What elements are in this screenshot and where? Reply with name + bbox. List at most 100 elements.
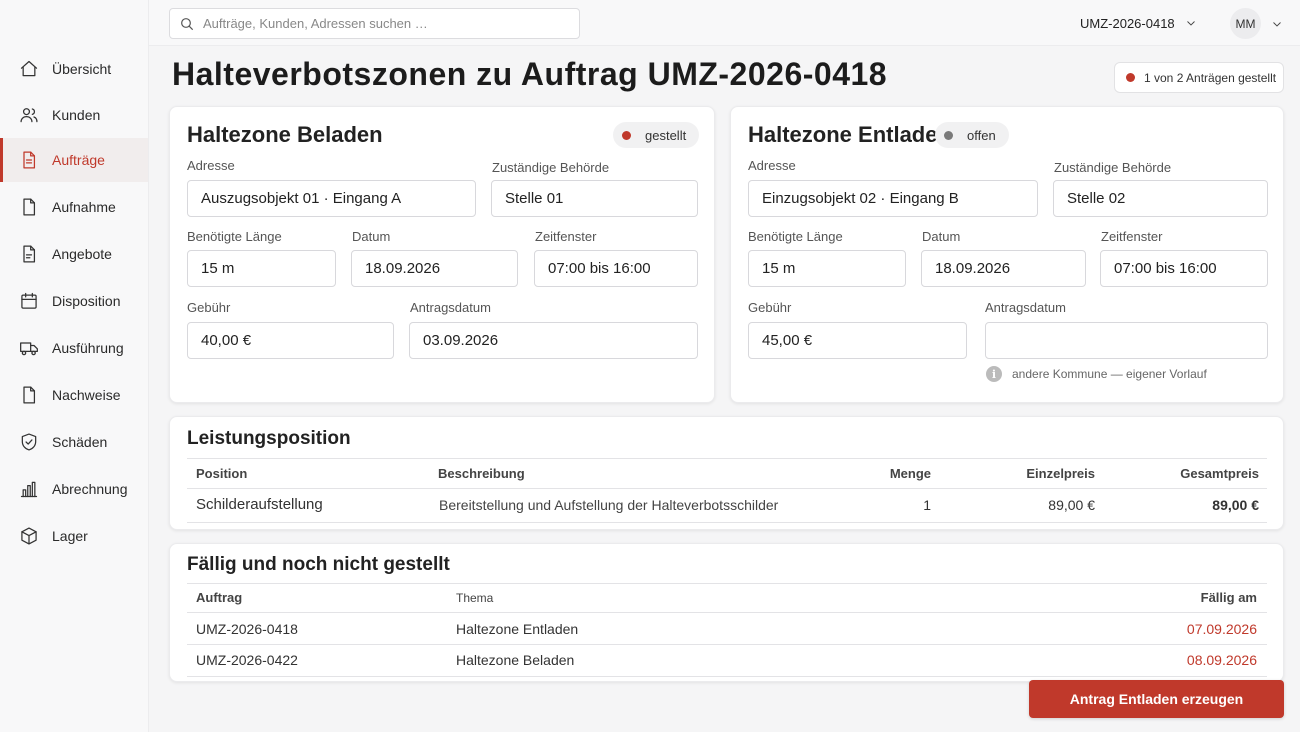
divider xyxy=(187,458,1267,459)
length-field[interactable]: 15 m xyxy=(748,250,906,287)
item-position: Schilderaufstellung xyxy=(196,496,323,513)
address-label: Adresse xyxy=(187,158,235,173)
status-dot-icon xyxy=(622,130,631,140)
request-date-field[interactable] xyxy=(985,322,1268,359)
note-text: andere Kommune — eigener Vorlauf xyxy=(1012,367,1207,381)
chevron-down-icon xyxy=(1273,21,1281,27)
address-field[interactable]: Auszugsobjekt 01 · Eingang A xyxy=(187,180,476,217)
loading-zone-card: Haltezone Beladen gestellt Adresse Auszu… xyxy=(169,106,715,403)
column-header-unit-price: Einzelpreis xyxy=(1026,466,1095,481)
avatar: MM xyxy=(1230,8,1261,39)
user-menu[interactable]: MM xyxy=(1230,8,1283,39)
length-label: Benötigte Länge xyxy=(748,229,843,244)
badge-label: offen xyxy=(967,127,996,143)
info-icon: i xyxy=(986,366,1002,382)
top-bar: UMZ-2026-0418 MM xyxy=(149,0,1300,46)
service-item-title: Leistungsposition xyxy=(187,428,351,449)
order-selector[interactable]: UMZ-2026-0418 xyxy=(1080,12,1197,34)
sidebar-item-label: Disposition xyxy=(52,293,121,309)
sidebar-item-disposition[interactable]: Disposition xyxy=(0,279,148,323)
item-unit-price: 89,00 € xyxy=(1048,497,1095,513)
date-label: Datum xyxy=(352,229,391,244)
create-unloading-request-button[interactable]: Antrag Entladen erzeugen xyxy=(1029,680,1284,718)
document-icon xyxy=(19,150,39,170)
fee-field[interactable]: 40,00 € xyxy=(187,322,394,359)
date-field[interactable]: 18.09.2026 xyxy=(351,250,518,287)
bar-chart-icon xyxy=(19,479,39,499)
sidebar-item-auftraege[interactable]: Aufträge xyxy=(0,138,148,182)
divider xyxy=(187,612,1267,613)
current-order: UMZ-2026-0418 xyxy=(1080,15,1175,31)
address-label: Adresse xyxy=(748,158,796,173)
fee-field[interactable]: 45,00 € xyxy=(748,322,967,359)
divider xyxy=(187,522,1267,523)
column-header-order: Auftrag xyxy=(196,590,243,605)
date-label: Datum xyxy=(922,229,961,244)
item-total: 89,00 € xyxy=(1212,497,1259,513)
due-row-order[interactable]: UMZ-2026-0422 xyxy=(196,652,298,668)
search-input[interactable] xyxy=(203,16,563,31)
time-window-field[interactable]: 07:00 bis 16:00 xyxy=(534,250,698,287)
sidebar-item-label: Kunden xyxy=(52,107,101,123)
length-label: Benötigte Länge xyxy=(187,229,282,244)
sidebar-item-label: Abrechnung xyxy=(52,481,128,497)
page-title: Halteverbotszonen zu Auftrag UMZ-2026-04… xyxy=(172,56,888,92)
divider xyxy=(187,676,1267,677)
column-header-position: Position xyxy=(196,466,248,481)
time-window-field[interactable]: 07:00 bis 16:00 xyxy=(1100,250,1268,287)
shield-icon xyxy=(19,432,39,452)
item-quantity: 1 xyxy=(923,497,931,513)
sidebar-item-label: Angebote xyxy=(52,246,112,262)
search-icon xyxy=(181,17,194,30)
sidebar-item-label: Schäden xyxy=(52,434,108,450)
request-date-field[interactable]: 03.09.2026 xyxy=(409,322,698,359)
status-text: 1 von 2 Anträgen gestellt xyxy=(1144,70,1277,85)
sidebar-item-label: Aufträge xyxy=(52,152,105,168)
sidebar-item-schaeden[interactable]: Schäden xyxy=(0,420,148,464)
sidebar-item-lager[interactable]: Lager xyxy=(0,514,148,558)
due-row-order[interactable]: UMZ-2026-0418 xyxy=(196,621,298,637)
status-badge: 1 von 2 Anträgen gestellt xyxy=(1114,62,1284,93)
due-requests-card: Fällig und noch nicht gestellt Auftrag T… xyxy=(169,543,1284,682)
service-item-card: Leistungsposition Position Beschreibung … xyxy=(169,416,1284,530)
loading-zone-title: Haltezone Beladen xyxy=(187,122,383,147)
column-header-topic: Thema xyxy=(456,591,494,605)
sidebar-item-ausfuehrung[interactable]: Ausführung xyxy=(0,326,148,370)
sidebar-item-aufnahme[interactable]: Aufnahme xyxy=(0,185,148,229)
lead-time-note: i andere Kommune — eigener Vorlauf xyxy=(986,366,1207,382)
sidebar-item-label: Ausführung xyxy=(52,340,124,356)
sidebar-item-kunden[interactable]: Kunden xyxy=(0,93,148,137)
length-field[interactable]: 15 m xyxy=(187,250,336,287)
calendar-icon xyxy=(19,291,39,311)
due-row-topic: Haltezone Entladen xyxy=(456,621,579,637)
sidebar-item-label: Übersicht xyxy=(52,61,112,77)
chevron-down-icon xyxy=(1186,21,1195,26)
column-header-total: Gesamtpreis xyxy=(1180,466,1259,481)
time-window-label: Zeitfenster xyxy=(535,229,597,244)
badge-label: gestellt xyxy=(645,127,687,143)
divider xyxy=(187,644,1267,645)
sidebar-item-uebersicht[interactable]: Übersicht xyxy=(0,47,148,91)
sidebar-item-nachweise[interactable]: Nachweise xyxy=(0,373,148,417)
status-dot-icon xyxy=(1126,73,1135,82)
authority-field[interactable]: Stelle 02 xyxy=(1053,180,1268,217)
search-box[interactable] xyxy=(169,8,580,39)
sidebar-item-label: Aufnahme xyxy=(52,199,116,215)
address-field[interactable]: Einzugsobjekt 02 · Eingang B xyxy=(748,180,1038,217)
column-header-description: Beschreibung xyxy=(438,466,525,481)
truck-icon xyxy=(19,338,39,358)
sidebar-item-abrechnung[interactable]: Abrechnung xyxy=(0,467,148,511)
date-field[interactable]: 18.09.2026 xyxy=(921,250,1086,287)
box-icon xyxy=(19,526,39,546)
authority-field[interactable]: Stelle 01 xyxy=(491,180,698,217)
sidebar-item-angebote[interactable]: Angebote xyxy=(0,232,148,276)
status-dot-icon xyxy=(944,130,953,140)
sidebar-item-label: Nachweise xyxy=(52,387,121,403)
status-badge: gestellt xyxy=(613,122,700,148)
document-icon xyxy=(19,244,39,264)
due-row-date: 07.09.2026 xyxy=(1186,621,1257,637)
fee-label: Gebühr xyxy=(748,300,792,315)
sidebar: Übersicht Kunden Aufträge Aufnahme Angeb… xyxy=(0,0,149,732)
request-date-label: Antragsdatum xyxy=(410,300,491,315)
time-window-label: Zeitfenster xyxy=(1101,229,1163,244)
